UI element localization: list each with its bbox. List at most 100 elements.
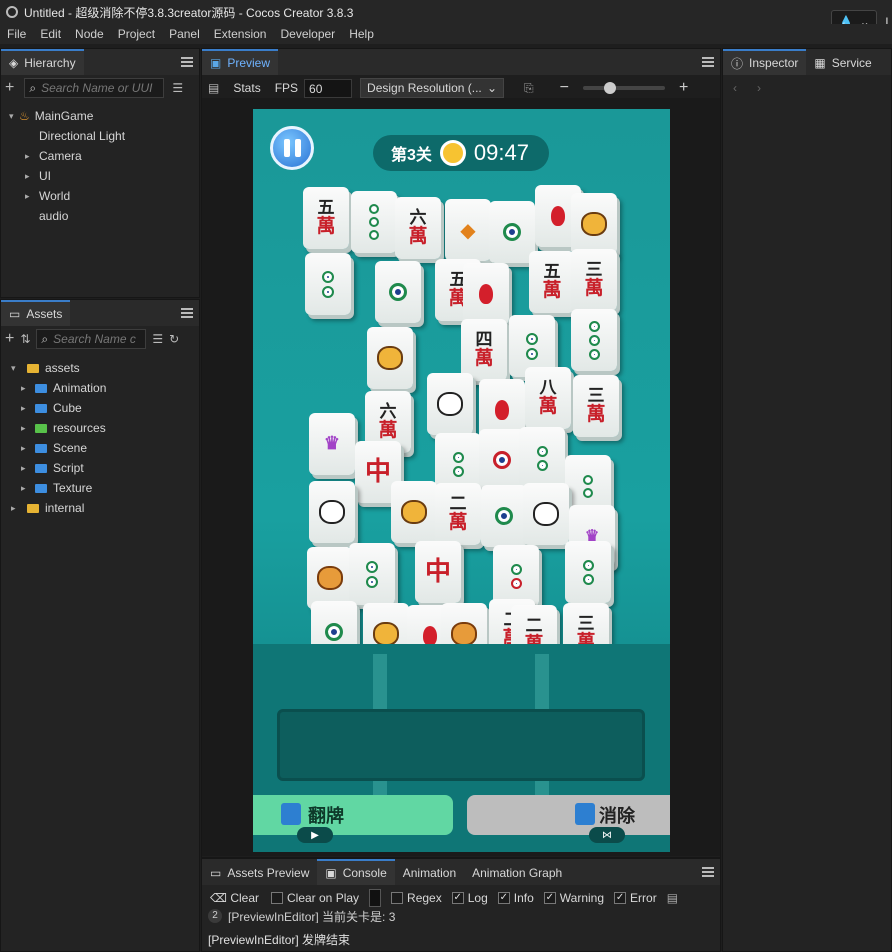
expand-arrow-icon[interactable]: ▸: [11, 503, 27, 514]
menu-file[interactable]: File: [7, 27, 26, 41]
mahjong-tile[interactable]: 中: [415, 541, 461, 603]
preview-menu-icon[interactable]: [702, 57, 714, 67]
menu-panel[interactable]: Panel: [169, 27, 200, 41]
tree-item-camera[interactable]: ▸ Camera: [25, 146, 82, 166]
stats-toggle[interactable]: Stats: [233, 81, 260, 95]
info-checkbox[interactable]: ✓ Info: [497, 891, 534, 905]
assets-search-input[interactable]: ⌕ Search Name c: [36, 329, 147, 349]
game-canvas[interactable]: 第3关 09:47 五萬 六萬 ◆ 五萬 五萬 三萬 四萬 六萬 八萬 三萬 ♛…: [253, 109, 670, 852]
mahjong-tile[interactable]: 三萬: [573, 375, 619, 437]
refresh-icon[interactable]: ↻: [169, 332, 179, 346]
forward-arrow-icon[interactable]: ›: [757, 81, 761, 95]
menu-help[interactable]: Help: [349, 27, 374, 41]
expand-arrow-icon[interactable]: ▸: [21, 383, 35, 394]
mahjong-tile[interactable]: [349, 543, 395, 605]
menu-node[interactable]: Node: [75, 27, 104, 41]
watch-video-button[interactable]: ▶: [297, 827, 333, 843]
mahjong-tile[interactable]: [571, 309, 617, 371]
add-node-icon[interactable]: +: [5, 79, 14, 97]
console-menu-icon[interactable]: [702, 867, 714, 877]
mahjong-tile[interactable]: [571, 193, 617, 255]
tab-service[interactable]: ▦ Service: [806, 49, 880, 75]
pause-button[interactable]: [270, 126, 314, 170]
hierarchy-menu-icon[interactable]: [181, 57, 193, 67]
zoom-in-icon[interactable]: +: [679, 79, 688, 97]
warning-checkbox[interactable]: ✓ Warning: [543, 891, 604, 905]
mahjong-tile[interactable]: 三萬: [571, 249, 617, 311]
tree-item-cube[interactable]: ▸ Cube: [21, 398, 82, 418]
clear-button[interactable]: ⌫ Clear: [210, 891, 259, 905]
zoom-out-icon[interactable]: −: [560, 79, 569, 97]
sort-icon[interactable]: ⇅: [20, 332, 30, 346]
error-checkbox[interactable]: ✓ Error: [614, 891, 657, 905]
mahjong-tile[interactable]: [375, 261, 421, 323]
expand-arrow-icon[interactable]: ▸: [21, 483, 35, 494]
flip-button[interactable]: 翻牌: [253, 795, 453, 835]
mahjong-tile[interactable]: [427, 373, 473, 435]
tab-animation-graph[interactable]: Animation Graph: [464, 859, 571, 885]
tree-item-maingame[interactable]: ▾ ♨ MainGame: [9, 106, 93, 126]
log-checkbox[interactable]: ✓ Log: [451, 891, 488, 905]
mahjong-tile[interactable]: [351, 191, 397, 253]
preview-settings-icon[interactable]: ▤: [208, 81, 219, 95]
mahjong-tile[interactable]: 二萬: [435, 483, 481, 545]
tree-item-script[interactable]: ▸ Script: [21, 458, 84, 478]
mahjong-tile[interactable]: 六萬: [395, 197, 441, 259]
mahjong-tile[interactable]: [307, 547, 353, 609]
expand-arrow-icon[interactable]: ▸: [25, 171, 39, 182]
tree-item-animation[interactable]: ▸ Animation: [21, 378, 106, 398]
mahjong-tile[interactable]: [367, 327, 413, 389]
expand-arrow-icon[interactable]: ▸: [25, 191, 39, 202]
mahjong-tile[interactable]: [481, 485, 527, 547]
tab-assets[interactable]: ▭ Assets: [1, 300, 71, 326]
eliminate-button[interactable]: 消除: [467, 795, 670, 835]
clear-on-play-checkbox[interactable]: Clear on Play: [271, 891, 359, 905]
tab-console[interactable]: ▣ Console: [317, 859, 395, 885]
add-asset-icon[interactable]: +: [5, 330, 14, 348]
mahjong-tile[interactable]: [463, 263, 509, 325]
tab-assets-preview[interactable]: ▭ Assets Preview: [202, 859, 318, 885]
fps-input[interactable]: 60: [304, 78, 353, 98]
mahjong-tile[interactable]: [519, 427, 565, 489]
regex-checkbox[interactable]: Regex: [391, 891, 442, 905]
assets-menu-icon[interactable]: [181, 308, 193, 318]
filter-list-icon[interactable]: ☰: [172, 81, 183, 95]
mahjong-tile[interactable]: [391, 481, 437, 543]
tree-item-resources[interactable]: ▸ resources: [21, 418, 106, 438]
expand-arrow-icon[interactable]: ▾: [11, 363, 27, 374]
hierarchy-search-input[interactable]: ⌕ Search Name or UUI: [24, 78, 165, 98]
mahjong-tile[interactable]: 四萬: [461, 319, 507, 381]
tree-item-audio[interactable]: audio: [39, 206, 68, 226]
open-log-icon[interactable]: ▤: [667, 891, 678, 905]
design-resolution-select[interactable]: Design Resolution (... ⌄: [360, 78, 505, 98]
mahjong-tile[interactable]: [493, 545, 539, 607]
tab-hierarchy[interactable]: ◈ Hierarchy: [1, 49, 84, 75]
expand-arrow-icon[interactable]: ▸: [21, 403, 35, 414]
mahjong-board[interactable]: 五萬 六萬 ◆ 五萬 五萬 三萬 四萬 六萬 八萬 三萬 ♛ 中 二萬 ♛ 中 …: [303, 179, 623, 667]
console-filter-input[interactable]: [369, 889, 382, 907]
tree-item-scene[interactable]: ▸ Scene: [21, 438, 87, 458]
mahjong-tile[interactable]: [489, 201, 535, 263]
tree-item-assets[interactable]: ▾ assets: [11, 358, 80, 378]
tab-preview[interactable]: ▣ Preview: [202, 49, 279, 75]
zoom-slider[interactable]: [583, 82, 665, 94]
zoom-slider-handle[interactable]: [604, 82, 616, 94]
tab-animation[interactable]: Animation: [394, 859, 465, 885]
tab-inspector[interactable]: ⓘ Inspector: [723, 49, 807, 75]
expand-arrow-icon[interactable]: ▸: [25, 151, 39, 162]
expand-arrow-icon[interactable]: ▸: [21, 443, 35, 454]
back-arrow-icon[interactable]: ‹: [733, 81, 737, 95]
tree-item-internal[interactable]: ▸ internal: [11, 498, 84, 518]
expand-arrow-icon[interactable]: ▸: [21, 423, 35, 434]
menu-project[interactable]: Project: [118, 27, 155, 41]
mahjong-tile[interactable]: ◆: [445, 199, 491, 261]
mahjong-tile[interactable]: [309, 481, 355, 543]
menu-extension[interactable]: Extension: [214, 27, 267, 41]
mahjong-tile[interactable]: [565, 541, 611, 603]
tree-item-texture[interactable]: ▸ Texture: [21, 478, 92, 498]
mahjong-tile[interactable]: 八萬: [525, 367, 571, 429]
console-log-row[interactable]: 2 [PreviewInEditor] 当前关卡是: 3: [208, 909, 395, 923]
console-log-row[interactable]: [PreviewInEditor] 发牌结束: [208, 931, 350, 948]
mahjong-tile[interactable]: [523, 483, 569, 545]
menu-edit[interactable]: Edit: [40, 27, 61, 41]
